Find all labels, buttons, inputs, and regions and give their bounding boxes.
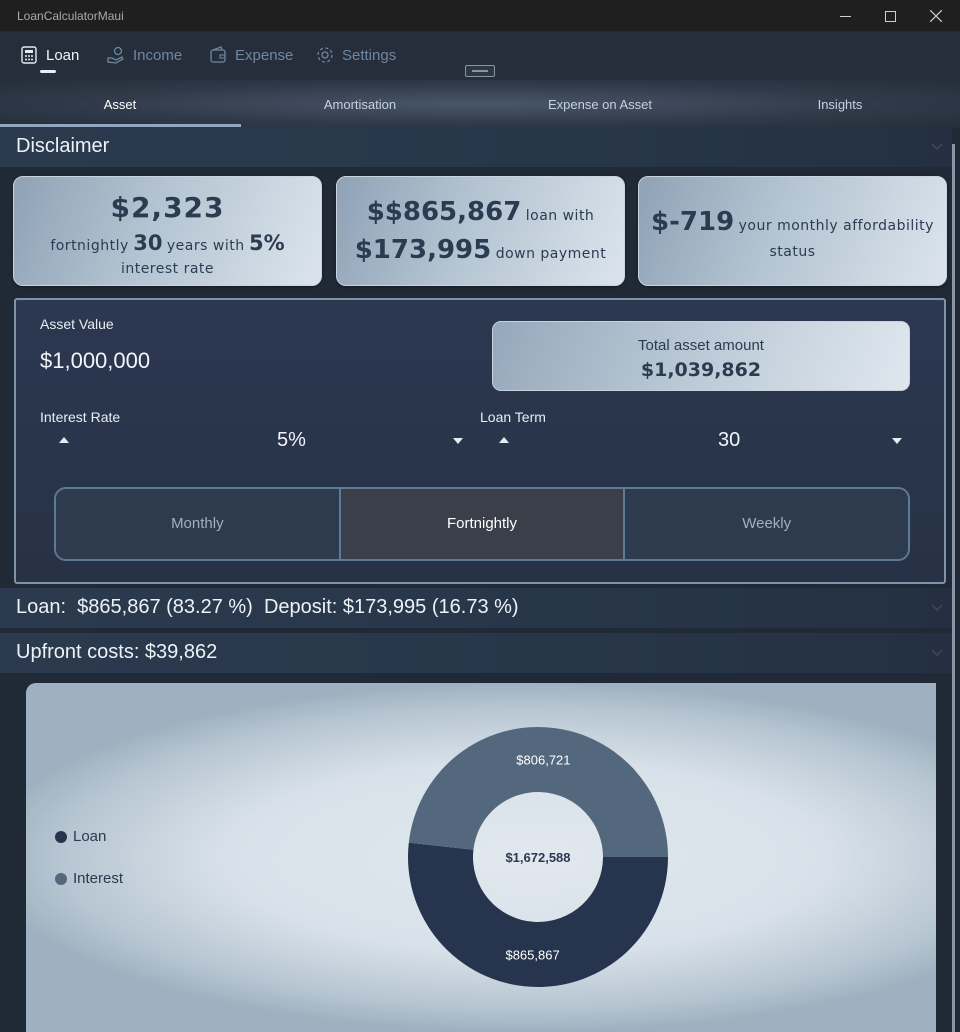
loan-text: loan with (525, 208, 595, 224)
asset-value-input[interactable]: $1,000,000 (40, 348, 150, 374)
payment-years: 30 (133, 231, 163, 255)
loan-summary-card: $$865,867 loan with $173,995 down paymen… (336, 176, 625, 286)
minimize-icon (839, 15, 851, 17)
maximize-icon (884, 10, 896, 22)
calculator-icon (21, 46, 37, 64)
term-increase-button[interactable] (499, 437, 509, 443)
loan-term-value[interactable]: 30 (718, 429, 740, 452)
asset-value-label: Asset Value (40, 316, 114, 332)
payment-years-text: years with (166, 238, 245, 254)
chevron-down-icon (931, 649, 943, 657)
total-asset-card: Total asset amount $1,039,862 (492, 321, 910, 391)
nav-item-expense[interactable]: Expense (209, 46, 293, 64)
total-asset-value: $1,039,862 (640, 359, 762, 381)
disclaimer-expander[interactable]: Disclaimer (0, 127, 952, 167)
close-icon (930, 10, 942, 22)
wallet-icon (210, 46, 226, 63)
affordability-amount: $-719 (651, 207, 735, 237)
nav-item-label: Settings (342, 46, 397, 64)
frequency-weekly[interactable]: Weekly (625, 489, 908, 559)
loan-deposit-expander[interactable]: Loan: $865,867 (83.27 %) Deposit: $173,9… (0, 588, 952, 628)
loan-breakdown-chart: Loan Interest $865,867 $806,721 $1,672,588 (26, 683, 936, 1032)
donut-chart: $865,867 $806,721 $1,672,588 (408, 726, 668, 987)
loan-amount: $865,867 (384, 197, 522, 227)
app-title: LoanCalculatorMaui (17, 9, 124, 23)
expander-title: Disclaimer (16, 135, 110, 157)
loan-deposit-summary: Loan: $865,867 (83.27 %) Deposit: $173,9… (16, 596, 519, 618)
gear-icon (317, 47, 333, 63)
hand-coin-icon (107, 46, 124, 64)
nav-item-label: Income (133, 46, 183, 64)
nav-item-label: Loan (46, 46, 80, 64)
payment-amount: $2,323 (110, 191, 225, 224)
chevron-down-icon (931, 143, 943, 151)
nav-active-indicator (40, 70, 56, 73)
upfront-costs-expander[interactable]: Upfront costs: $39,862 (0, 633, 952, 673)
nav-item-income[interactable]: Income (107, 46, 182, 64)
total-asset-label: Total asset amount (638, 337, 764, 354)
nav-item-label: Expense (235, 46, 294, 64)
payment-frequency-selector: Monthly Fortnightly Weekly (54, 487, 910, 561)
scrollbar[interactable] (952, 144, 955, 1032)
donut-slice-interest[interactable] (408, 726, 668, 857)
affordability-card: $-719 your monthly affordability status (638, 176, 947, 286)
term-decrease-button[interactable] (892, 438, 902, 444)
minimize-button[interactable] (822, 0, 868, 32)
affordability-status: status (769, 244, 816, 260)
title-bar: LoanCalculatorMaui (0, 0, 960, 32)
interest-increase-button[interactable] (59, 437, 69, 443)
tab-expense-on-asset[interactable]: Expense on Asset (480, 80, 720, 128)
loan-prefix: $ (366, 197, 385, 227)
close-button[interactable] (913, 0, 959, 32)
frequency-fortnightly[interactable]: Fortnightly (340, 489, 626, 559)
pane-toggle-button[interactable] (465, 65, 495, 77)
payment-rate: 5% (249, 231, 285, 255)
donut-center-label: $1,672,588 (505, 850, 570, 865)
down-payment-amount: $173,995 (354, 235, 492, 265)
interest-decrease-button[interactable] (453, 438, 463, 444)
sub-tabs: Asset Amortisation Expense on Asset Insi… (0, 80, 960, 128)
data-label-interest: $806,721 (516, 753, 570, 768)
frequency-monthly[interactable]: Monthly (56, 489, 341, 559)
nav-item-settings[interactable]: Settings (316, 46, 396, 64)
top-nav: Loan Income Expense Settings (0, 32, 960, 80)
tab-insights[interactable]: Insights (720, 80, 960, 128)
payment-rate-text: interest rate (120, 261, 215, 277)
interest-rate-label: Interest Rate (40, 409, 121, 425)
payment-frequency: fortnightly (50, 238, 129, 254)
loan-input-panel: Asset Value $1,000,000 Total asset amoun… (14, 298, 946, 584)
maximize-button[interactable] (867, 0, 913, 32)
interest-rate-value[interactable]: 5% (277, 429, 306, 452)
tab-amortisation[interactable]: Amortisation (240, 80, 480, 128)
down-payment-text: down payment (495, 246, 607, 262)
chevron-down-icon (931, 604, 943, 612)
payment-summary-card: $2,323 fortnightly 30 years with 5% inte… (13, 176, 322, 286)
data-label-loan: $865,867 (505, 947, 559, 962)
loan-term-label: Loan Term (480, 409, 546, 425)
upfront-costs-summary: Upfront costs: $39,862 (16, 641, 218, 663)
nav-item-loan[interactable]: Loan (20, 46, 79, 64)
affordability-text: your monthly affordability (738, 218, 934, 234)
tab-asset[interactable]: Asset (0, 80, 240, 128)
